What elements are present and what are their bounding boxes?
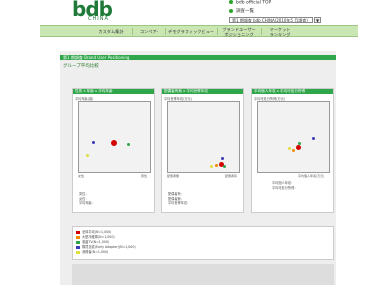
period-select[interactable]: 第1 期調査 bdb CHINA(2010年5 月調査) [229,17,313,23]
panel-title: 平均個人年収 x 平均可処分所得 [252,89,333,94]
section-subtitle: グループ平均比較 [63,64,99,69]
panel-notes: 配偶者有： 配偶者無： 平均世帯年収： [168,192,190,206]
panel-notes: 平均個人年収： 平均可処分所得： [272,181,298,190]
point-large-fridge [292,149,295,152]
chart-panel-marriage-income: 配偶者有無 x 平均世帯年収 平均世帯年収(万元) 配偶者無 配偶者有 配偶者有… [161,88,244,213]
x-axis-left-label: 配偶者無 [167,174,180,178]
panel-title: 性別 x 年齢 x 平均年齢 [73,89,154,94]
panel-title: 配偶者有無 x 平均世帯年収 [162,89,243,94]
official-top-link[interactable]: bdb official TOP [229,0,271,6]
nav-demographic-view[interactable]: デモグラフィックビュー [166,26,216,37]
survey-list-link[interactable]: 調査一覧 [229,8,254,14]
x-axis-left-label: 女性 [78,174,85,178]
scatter-plot [78,101,151,173]
chevron-down-icon[interactable]: ▼ [314,17,321,23]
note-line: 平均世帯年収： [168,201,191,205]
legend: 全体平均(N=1,000) 大型冷蔵庫(N=1,000) 液晶TV(N=1,00… [72,226,334,260]
logo[interactable]: bdb [72,0,132,19]
point-early-adopter [221,157,224,160]
point-consumer [86,154,89,157]
note-line: 平均年齢： [79,201,95,205]
footer-strip [72,264,334,285]
nav-market-line2: ランキング [269,32,291,37]
note-line: 平均可処分所得： [272,185,298,190]
point-overall-average [296,145,301,150]
nav-compare[interactable]: コンペア- [133,26,165,37]
nav-custom-aggregation[interactable]: カスタム集計 [90,26,132,37]
chart-panel-income-disposable: 平均個人年収 x 平均可処分所得 平均可処分所得(万元) 平均個人年収(万元) … [251,88,334,213]
x-axis-right-label: 平均個人年収(万元) [298,174,325,178]
section-title: 第1 期調査 Brand User Positioning [60,55,336,60]
survey-list-label: 調査一覧 [236,9,254,14]
nav-market-ranking[interactable]: マーケット ランキング [262,26,298,38]
scatter-plot [257,101,330,173]
chart-panel-gender-age: 性別 x 年齢 x 平均年齢 平均年齢(歳) 女性 男性 男性： 女性： 平均年… [72,88,155,213]
note-line: 平均個人年収： [272,181,295,185]
point-lcd-tv [223,165,226,168]
legend-swatch [76,250,80,254]
legend-item: 消費者(N=1,000) [76,249,108,254]
point-large-fridge [215,164,218,167]
point-lcd-tv [127,143,130,146]
point-early-adopter [312,137,315,140]
legend-label: 消費者(N=1,000) [82,250,109,254]
point-early-adopter [92,141,95,144]
scatter-plot [167,101,240,173]
bullet-icon [229,0,233,4]
x-axis-right-label: 配偶者有 [225,174,238,178]
point-consumer [210,165,213,168]
official-top-label: bdb official TOP [236,0,272,6]
point-lcd-tv [298,142,301,145]
main-nav: カスタム集計 コンペア- デモグラフィックビュー ブランドユーザー ポジショニン… [40,25,358,37]
bullet-icon [229,8,233,13]
nav-brand-user-positioning[interactable]: ブランドユーザー ポジショニング [218,26,260,38]
logo-subtitle: CHINA [88,16,109,22]
x-axis-right-label: 男性 [141,174,148,178]
nav-brand-user-line2: ポジショニング [224,32,254,37]
point-overall-average [111,140,117,146]
panel-notes: 男性： 女性： 平均年齢： [79,192,95,206]
point-consumer [288,147,291,150]
